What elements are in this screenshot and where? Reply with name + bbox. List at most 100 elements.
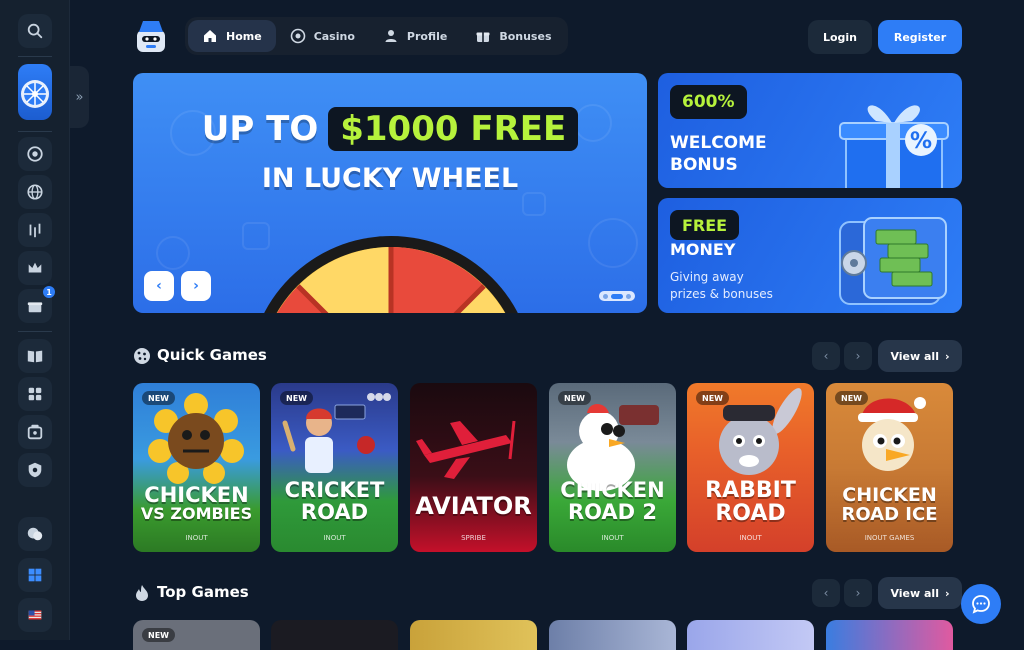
sidebar-item-casino[interactable] [18, 137, 52, 171]
logo[interactable] [133, 18, 169, 54]
top-game-card[interactable] [687, 620, 814, 650]
game-title-1: CHICKEN [560, 478, 665, 502]
lucky-wheel-button[interactable] [18, 64, 52, 120]
new-badge: NEW [558, 391, 591, 405]
svg-text:%: % [910, 129, 932, 154]
gift-icon [476, 32, 490, 42]
game-title-2: ROAD [715, 501, 786, 526]
promo-welcome-bonus[interactable]: % 600% WELCOME BONUS [658, 73, 962, 188]
promo-free-tag: FREE [670, 210, 740, 240]
top-game-card[interactable] [410, 620, 537, 650]
sidebar-item-games[interactable] [18, 377, 52, 411]
live-chat-button[interactable] [961, 584, 1001, 624]
hero-next-button[interactable]: › [181, 271, 211, 301]
hero-headline: UP TO $1000 FREE [133, 107, 647, 151]
hero-headline-highlight: $1000 FREE [328, 107, 579, 151]
language-selector[interactable] [18, 598, 52, 632]
sidebar-item-security[interactable] [18, 453, 52, 487]
chevron-right-icon: › [193, 278, 199, 294]
cricket-player-art [282, 393, 391, 473]
sidebar-item-windows-app[interactable] [18, 558, 52, 592]
sidebar-expand-button[interactable]: » [70, 66, 89, 128]
game-title-1: CHICKEN [842, 484, 937, 506]
game-card[interactable]: NEW CHICKEN ROAD ICE INOUT GAMES [826, 383, 953, 552]
nav-casino-label: Casino [313, 29, 355, 43]
sidebar-divider [18, 56, 52, 57]
game-provider: INOUT [601, 534, 624, 542]
sidebar-item-trading[interactable] [18, 213, 52, 247]
casino-chip-icon [27, 146, 43, 162]
sidebar-item-sports[interactable] [18, 175, 52, 209]
chicken-road-2-art [567, 404, 659, 491]
user-icon [385, 30, 397, 42]
sidebar-item-wallet[interactable] [18, 415, 52, 449]
register-button[interactable]: Register [878, 20, 962, 54]
game-title-2: ROAD ICE [841, 504, 938, 525]
notification-badge: 1 [43, 286, 55, 298]
chevron-left-icon: ‹ [156, 278, 162, 294]
top-game-card[interactable] [271, 620, 398, 650]
nav-profile-label: Profile [406, 29, 448, 43]
candlestick-icon [29, 223, 41, 238]
sidebar-item-support[interactable] [18, 517, 52, 551]
game-card[interactable]: NEW CHICKEN ROAD 2 INOUT [549, 383, 676, 552]
chevron-right-icon: › [855, 586, 861, 600]
chevron-right-icon: › [855, 349, 861, 363]
nav-profile[interactable]: Profile [369, 20, 461, 52]
shield-icon [28, 462, 42, 478]
quick-games-view-all-button[interactable]: View all › [878, 340, 962, 372]
sidebar-item-rules[interactable] [18, 339, 52, 373]
top-game-card[interactable] [549, 620, 676, 650]
wallet-icon [27, 424, 43, 440]
search-button[interactable] [18, 14, 52, 48]
wheel-icon [21, 80, 49, 108]
home-icon [204, 30, 216, 42]
sidebar-item-vip[interactable] [18, 251, 52, 285]
quick-games-next-button[interactable]: › [844, 342, 872, 370]
promo-free-sub-2: prizes & bonuses [670, 287, 773, 301]
carousel-dot-active[interactable] [611, 293, 623, 299]
game-title-1: RABBIT [705, 478, 796, 503]
promo-free-title: MONEY [670, 240, 736, 259]
top-games-next-button[interactable]: › [844, 579, 872, 607]
promo-free-money[interactable]: FREE MONEY Giving away prizes & bonuses [658, 198, 962, 313]
game-card[interactable]: AVIATOR SPRIBE [410, 383, 537, 552]
game-card[interactable]: NEW CHICKEN VS ZOMBIES INOUT [133, 383, 260, 552]
game-card[interactable]: NEW RABBIT ROAD INOUT [687, 383, 814, 552]
game-title-2: ROAD [300, 500, 369, 524]
view-all-label: View all [890, 349, 939, 363]
game-card[interactable]: NEW CRICKET ROAD INOUT [271, 383, 398, 552]
search-icon [27, 23, 43, 39]
sidebar-divider [18, 331, 52, 332]
sidebar-item-gifts[interactable]: 1 [18, 286, 55, 323]
top-games-view-all-button[interactable]: View all › [878, 577, 962, 609]
nav-bonuses[interactable]: Bonuses [461, 20, 565, 52]
header: Home Casino Profile Bonuses Login Regist… [133, 16, 963, 56]
carousel-dot[interactable] [626, 293, 631, 299]
game-title-1: CHICKEN [144, 483, 249, 507]
puzzle-icon [28, 387, 42, 401]
game-provider: INOUT GAMES [864, 534, 915, 542]
promo-welcome-title-1: WELCOME [670, 133, 767, 153]
rabbit-road-art [719, 388, 802, 475]
nav-casino[interactable]: Casino [276, 20, 369, 52]
game-provider: INOUT [323, 534, 346, 542]
chicken-road-ice-art [858, 397, 926, 471]
new-badge: NEW [696, 391, 729, 405]
chevron-left-icon: ‹ [823, 349, 829, 363]
hero-banner[interactable]: UP TO $1000 FREE IN LUCKY WHEEL ‹ › [133, 73, 647, 313]
top-game-card[interactable] [826, 620, 953, 650]
login-button[interactable]: Login [808, 20, 872, 54]
top-game-card[interactable]: NEW [133, 620, 260, 650]
hero-prev-button[interactable]: ‹ [144, 271, 174, 301]
quick-games-prev-button[interactable]: ‹ [812, 342, 840, 370]
game-provider: SPRIBE [461, 534, 486, 542]
game-title-2: VS ZOMBIES [140, 504, 253, 523]
nav-home[interactable]: Home [188, 20, 276, 52]
chat-bubbles-icon [27, 527, 43, 541]
game-title-1: CRICKET [284, 478, 385, 502]
nav-home-label: Home [226, 29, 262, 43]
carousel-dot[interactable] [603, 293, 608, 299]
new-badge: NEW [280, 391, 313, 405]
top-games-prev-button[interactable]: ‹ [812, 579, 840, 607]
